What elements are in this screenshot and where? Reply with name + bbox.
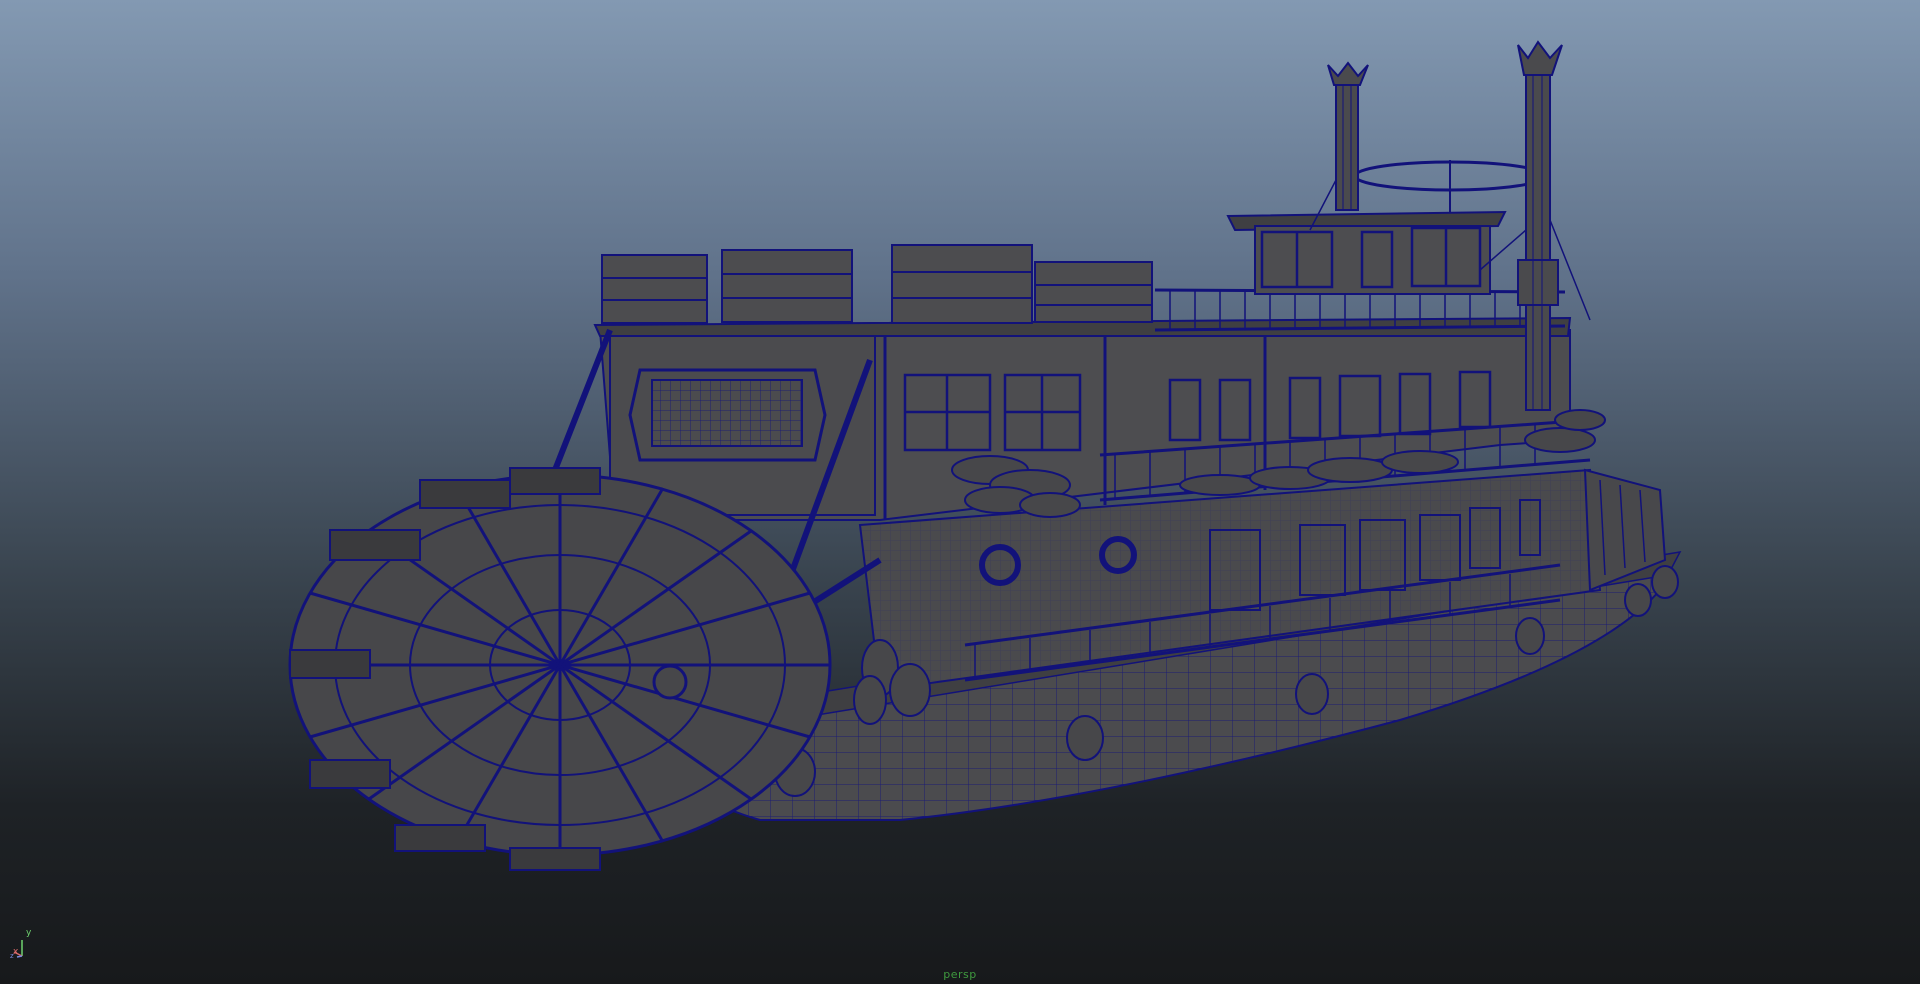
camera-name-label: persp	[943, 968, 977, 981]
axis-y-label: y	[26, 928, 32, 938]
pilot-house[interactable]	[1226, 160, 1547, 295]
nameplate-sign	[628, 368, 827, 462]
steamboat-wireframe-model[interactable]	[0, 0, 1920, 984]
3d-viewport[interactable]: y x z persp	[0, 0, 1920, 984]
axis-gizmo: y x z	[8, 928, 38, 960]
axis-z-label: z	[10, 952, 14, 960]
